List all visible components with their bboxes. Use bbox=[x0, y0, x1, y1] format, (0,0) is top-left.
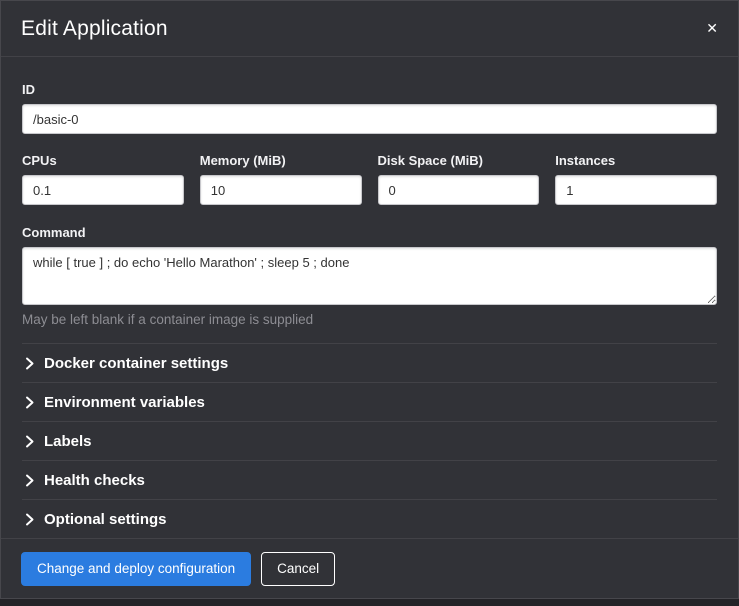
command-field-group: Command while [ true ] ; do echo 'Hello … bbox=[22, 225, 717, 327]
section-label: Health checks bbox=[44, 472, 145, 489]
page-title: Edit Application bbox=[21, 17, 718, 41]
section-label: Environment variables bbox=[44, 394, 205, 411]
id-field-group: ID bbox=[22, 82, 717, 134]
chevron-right-icon bbox=[22, 474, 36, 487]
chevron-right-icon bbox=[22, 396, 36, 409]
cpus-field-group: CPUs bbox=[22, 153, 184, 205]
disk-input[interactable] bbox=[378, 175, 540, 205]
cancel-button[interactable]: Cancel bbox=[261, 552, 335, 586]
memory-field-group: Memory (MiB) bbox=[200, 153, 362, 205]
id-input[interactable] bbox=[22, 104, 717, 134]
section-health-checks[interactable]: Health checks bbox=[22, 460, 717, 499]
modal-header: Edit Application ✕ bbox=[1, 1, 738, 57]
instances-label: Instances bbox=[555, 153, 717, 168]
section-docker-container-settings[interactable]: Docker container settings bbox=[22, 343, 717, 382]
edit-application-modal: Edit Application ✕ ID CPUs Memory (MiB) … bbox=[0, 0, 739, 599]
memory-input[interactable] bbox=[200, 175, 362, 205]
command-label: Command bbox=[22, 225, 717, 240]
instances-input[interactable] bbox=[555, 175, 717, 205]
cpus-label: CPUs bbox=[22, 153, 184, 168]
section-environment-variables[interactable]: Environment variables bbox=[22, 382, 717, 421]
modal-body: ID CPUs Memory (MiB) Disk Space (MiB) In… bbox=[1, 57, 738, 538]
instances-field-group: Instances bbox=[555, 153, 717, 205]
id-label: ID bbox=[22, 82, 717, 97]
chevron-right-icon bbox=[22, 513, 36, 526]
change-and-deploy-button[interactable]: Change and deploy configuration bbox=[21, 552, 251, 586]
disk-label: Disk Space (MiB) bbox=[378, 153, 540, 168]
chevron-right-icon bbox=[22, 435, 36, 448]
section-label: Docker container settings bbox=[44, 355, 228, 372]
chevron-right-icon bbox=[22, 357, 36, 370]
resource-fields-row: CPUs Memory (MiB) Disk Space (MiB) Insta… bbox=[22, 153, 717, 205]
cpus-input[interactable] bbox=[22, 175, 184, 205]
section-labels[interactable]: Labels bbox=[22, 421, 717, 460]
memory-label: Memory (MiB) bbox=[200, 153, 362, 168]
command-help-text: May be left blank if a container image i… bbox=[22, 312, 717, 327]
collapsible-sections: Docker container settings Environment va… bbox=[22, 343, 717, 538]
section-label: Optional settings bbox=[44, 511, 167, 528]
modal-footer: Change and deploy configuration Cancel bbox=[1, 538, 738, 606]
section-label: Labels bbox=[44, 433, 92, 450]
close-icon[interactable]: ✕ bbox=[702, 17, 722, 39]
command-textarea[interactable]: while [ true ] ; do echo 'Hello Marathon… bbox=[22, 247, 717, 305]
disk-field-group: Disk Space (MiB) bbox=[378, 153, 540, 205]
section-optional-settings[interactable]: Optional settings bbox=[22, 499, 717, 538]
